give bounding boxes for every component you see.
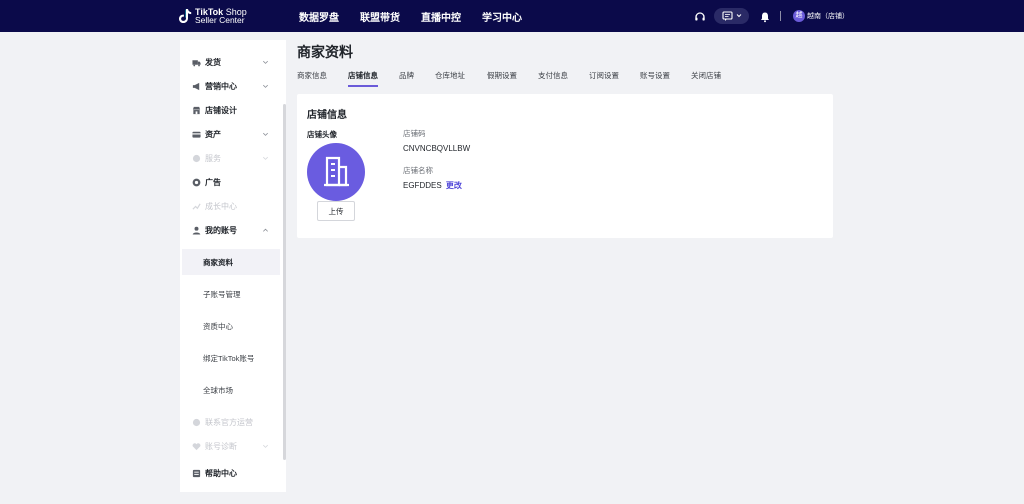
- sidebar-sublabel: 资质中心: [203, 321, 233, 331]
- top-nav: 数据罗盘 联盟带货 直播中控 学习中心: [299, 0, 543, 32]
- card-title: 店铺信息: [307, 110, 347, 121]
- sidebar-sublabel: 子账号管理: [203, 289, 241, 299]
- tiktok-note-icon: [178, 8, 192, 24]
- service-icon: [192, 154, 201, 162]
- sidebar-label: 我的账号: [205, 225, 237, 235]
- wallet-icon: [192, 131, 201, 138]
- store-icon: [192, 106, 201, 114]
- sidebar-label: 店铺设计: [205, 105, 237, 115]
- building-icon: [324, 156, 349, 187]
- tab-warehouse-address[interactable]: 仓库地址: [435, 70, 465, 81]
- sidebar-item-help-center[interactable]: 帮助中心: [180, 461, 280, 485]
- growth-icon: [192, 202, 201, 210]
- sidebar-item-my-account[interactable]: 我的账号: [180, 218, 280, 242]
- sidebar-subitem-bind-tiktok[interactable]: 绑定TikTok账号: [182, 345, 280, 371]
- store-name-value: EGFDDES: [403, 181, 442, 190]
- chevron-down-icon: [263, 132, 268, 136]
- sidebar-item-contact-ops[interactable]: 联系官方运营: [180, 410, 280, 434]
- sidebar-subitem-qualification[interactable]: 资质中心: [182, 313, 280, 339]
- page-title: 商家资料: [297, 44, 353, 60]
- topnav-learning-center[interactable]: 学习中心: [482, 9, 522, 24]
- megaphone-icon: [192, 82, 200, 90]
- sidebar-item-account-diagnosis[interactable]: 账号诊断: [180, 434, 280, 458]
- sidebar-item-marketing[interactable]: 营销中心: [180, 74, 280, 98]
- sidebar-label: 成长中心: [205, 201, 237, 211]
- sidebar: 发货 营销中心 店铺设计 资产 服务 广告 成长中心 我的账号 商家资料 子账号…: [180, 40, 286, 492]
- sidebar-label: 服务: [205, 153, 221, 163]
- shop-region-label[interactable]: 越南（店铺）: [807, 11, 849, 21]
- sidebar-label: 资产: [205, 129, 221, 139]
- user-avatar[interactable]: 越: [793, 10, 805, 22]
- sidebar-sublabel: 绑定TikTok账号: [203, 353, 255, 363]
- sidebar-label: 帮助中心: [205, 468, 237, 478]
- sidebar-subitem-global-market[interactable]: 全球市场: [182, 377, 280, 403]
- sidebar-subitem-sub-accounts[interactable]: 子账号管理: [182, 281, 280, 307]
- help-icon: [192, 469, 201, 477]
- chevron-down-icon: [263, 156, 268, 160]
- tab-store-info[interactable]: 店铺信息: [348, 70, 378, 81]
- message-button[interactable]: [714, 8, 749, 24]
- sidebar-label: 账号诊断: [205, 441, 237, 451]
- tab-close-store[interactable]: 关闭店铺: [691, 70, 721, 81]
- topnav-affiliate[interactable]: 联盟带货: [360, 9, 400, 24]
- sidebar-sublabel: 商家资料: [203, 257, 233, 267]
- chevron-down-icon: [263, 60, 268, 64]
- tab-brand[interactable]: 品牌: [399, 70, 414, 81]
- topnav-live-control[interactable]: 直播中控: [421, 9, 461, 24]
- store-info-card: 店铺信息 店铺头像 上传 店铺码 CNVNCBQVLLBW 店铺名称 EGFDD…: [297, 94, 833, 238]
- sidebar-sublabel: 全球市场: [203, 385, 233, 395]
- chat-icon: [722, 11, 742, 21]
- account-icon: [192, 226, 201, 235]
- sidebar-scrollbar[interactable]: [283, 104, 286, 460]
- sidebar-label: 营销中心: [205, 81, 237, 91]
- sidebar-label: 联系官方运营: [205, 417, 253, 427]
- sidebar-item-ads[interactable]: 广告: [180, 170, 280, 194]
- active-tab-indicator: [348, 85, 378, 87]
- store-code-value: CNVNCBQVLLBW: [403, 144, 471, 153]
- tab-payment-info[interactable]: 支付信息: [538, 70, 568, 81]
- tab-merchant-info[interactable]: 商家信息: [297, 70, 327, 81]
- diagnosis-icon: [192, 442, 201, 450]
- truck-icon: [192, 59, 201, 66]
- store-avatar: [307, 143, 365, 201]
- headset-icon[interactable]: [694, 10, 706, 22]
- bell-icon[interactable]: [759, 10, 771, 23]
- sidebar-label: 发货: [205, 57, 221, 67]
- sidebar-item-growth[interactable]: 成长中心: [180, 194, 280, 218]
- chevron-down-icon: [263, 84, 268, 88]
- logo-subtitle: Seller Center: [195, 15, 245, 25]
- sidebar-item-store-design[interactable]: 店铺设计: [180, 98, 280, 122]
- chevron-up-icon: [263, 228, 268, 232]
- sidebar-item-shipping[interactable]: 发货: [180, 50, 280, 74]
- tiktok-shop-logo[interactable]: TikTok Shop Seller Center: [178, 6, 247, 26]
- sidebar-item-service[interactable]: 服务: [180, 146, 280, 170]
- sidebar-subitem-merchant-profile[interactable]: 商家资料: [182, 249, 280, 275]
- tab-account-settings[interactable]: 账号设置: [640, 70, 670, 81]
- top-navigation-bar: TikTok Shop Seller Center 数据罗盘 联盟带货 直播中控…: [0, 0, 1024, 32]
- tab-subscription-settings[interactable]: 订阅设置: [589, 70, 619, 81]
- header-divider: [780, 11, 781, 21]
- topnav-data-compass[interactable]: 数据罗盘: [299, 9, 339, 24]
- store-code-label: 店铺码: [403, 129, 426, 138]
- tab-holiday-settings[interactable]: 假期设置: [487, 70, 517, 81]
- upload-button[interactable]: 上传: [317, 201, 355, 221]
- store-name-label: 店铺名称: [403, 166, 433, 175]
- sidebar-item-assets[interactable]: 资产: [180, 122, 280, 146]
- store-avatar-label: 店铺头像: [307, 130, 337, 139]
- sidebar-label: 广告: [205, 177, 221, 187]
- change-store-name-link[interactable]: 更改: [446, 181, 462, 190]
- chevron-down-icon: [263, 444, 268, 448]
- ad-icon: [192, 178, 201, 186]
- contact-icon: [192, 418, 201, 426]
